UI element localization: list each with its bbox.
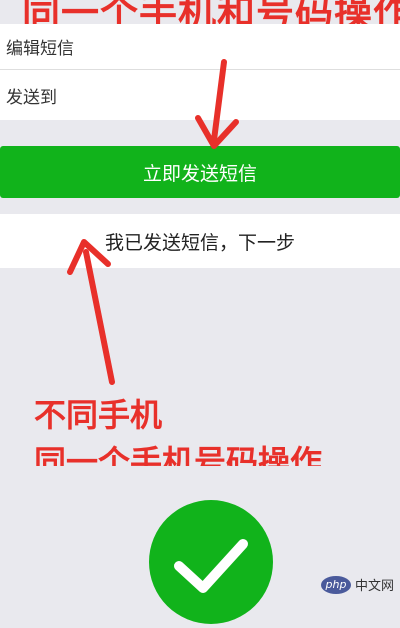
screen-background-band: [0, 466, 400, 492]
watermark-text: 中文网: [354, 579, 394, 594]
up-arrow-icon: [67, 239, 115, 385]
annotation-arrows: [67, 59, 239, 385]
site-watermark: php 中文网: [320, 575, 394, 594]
php-logo: php: [320, 575, 351, 594]
annotation-caption-line-1: 不同手机: [34, 396, 163, 434]
down-arrow-icon: [195, 59, 239, 149]
